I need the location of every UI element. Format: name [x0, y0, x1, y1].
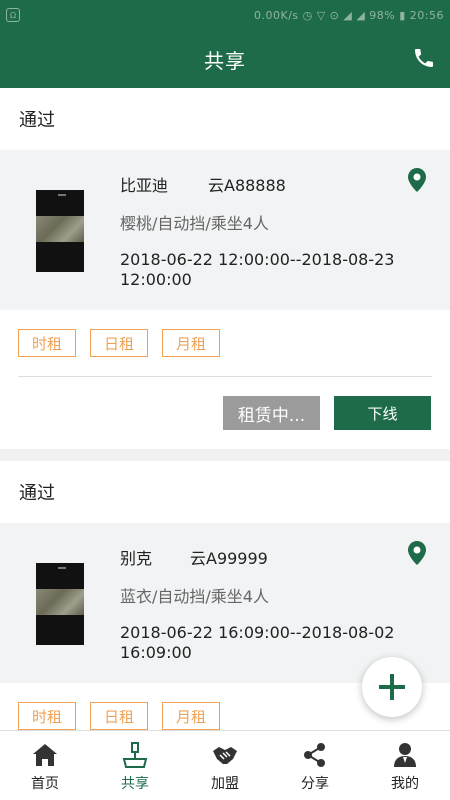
notification-badge-icon: Ω — [6, 8, 20, 22]
tab-share-car[interactable]: 共享 — [90, 731, 180, 800]
page-title: 共享 — [204, 48, 246, 73]
plus-icon — [379, 674, 405, 700]
car-specs: 蓝衣/自动挡/乘坐4人 — [120, 587, 269, 606]
tag-hourly: 时租 — [18, 329, 76, 357]
app-header: 共享 — [0, 30, 450, 88]
rental-tags: 时租 日租 月租 — [0, 310, 450, 376]
share-car-icon — [122, 742, 148, 768]
offline-button[interactable]: 下线 — [334, 396, 431, 430]
share-list[interactable]: 通过 比亚迪 云A88888 樱桃/自动挡/乘坐4人 2018-06-22 12… — [0, 88, 450, 730]
rental-period: 2018-06-22 12:00:00--2018-08-23 12:00:00 — [120, 250, 395, 289]
car-thumbnail — [36, 190, 84, 272]
renting-button[interactable]: 租赁中... — [223, 396, 320, 430]
tag-daily: 日租 — [90, 702, 148, 730]
tab-label: 分享 — [301, 776, 329, 792]
home-icon — [33, 744, 57, 766]
user-icon — [394, 743, 416, 767]
status-info: 0.00K/s ◷ ▽ ⊙ ◢ ◢ 98% ▮ 20:56 — [253, 8, 444, 22]
tab-home[interactable]: 首页 — [0, 731, 90, 800]
handshake-icon — [213, 747, 237, 764]
phone-icon[interactable] — [412, 46, 436, 70]
location-pin-icon[interactable] — [408, 168, 426, 192]
tab-label: 我的 — [391, 776, 419, 792]
car-thumbnail — [36, 563, 84, 645]
rental-period: 2018-06-22 16:09:00--2018-08-02 16:09:00 — [120, 623, 395, 662]
tab-share[interactable]: 分享 — [270, 731, 360, 800]
tab-label: 加盟 — [211, 776, 239, 792]
car-specs: 樱桃/自动挡/乘坐4人 — [120, 214, 269, 233]
share-icon — [304, 743, 325, 767]
tag-hourly: 时租 — [18, 702, 76, 730]
status-bar: Ω 0.00K/s ◷ ▽ ⊙ ◢ ◢ 98% ▮ 20:56 — [0, 0, 450, 30]
tab-join[interactable]: 加盟 — [180, 731, 270, 800]
car-name: 比亚迪 — [120, 176, 169, 195]
tag-monthly: 月租 — [162, 702, 220, 730]
car-plate: 云A88888 — [208, 176, 286, 195]
car-info[interactable]: 比亚迪 云A88888 樱桃/自动挡/乘坐4人 2018-06-22 12:00… — [0, 150, 450, 310]
add-button[interactable] — [362, 657, 422, 717]
car-card: 通过 比亚迪 云A88888 樱桃/自动挡/乘坐4人 2018-06-22 12… — [0, 88, 450, 449]
tag-monthly: 月租 — [162, 329, 220, 357]
card-status: 通过 — [19, 110, 55, 131]
card-actions: 租赁中... 下线 — [0, 377, 450, 449]
tab-mine[interactable]: 我的 — [360, 731, 450, 800]
location-pin-icon[interactable] — [408, 541, 426, 565]
card-status: 通过 — [19, 483, 55, 504]
car-plate: 云A99999 — [190, 549, 268, 568]
tab-label: 共享 — [121, 776, 149, 792]
tab-label: 首页 — [31, 776, 59, 792]
tag-daily: 日租 — [90, 329, 148, 357]
bottom-tab-bar: 首页 共享 加盟 分享 我的 — [0, 730, 450, 800]
car-name: 别克 — [120, 549, 153, 568]
